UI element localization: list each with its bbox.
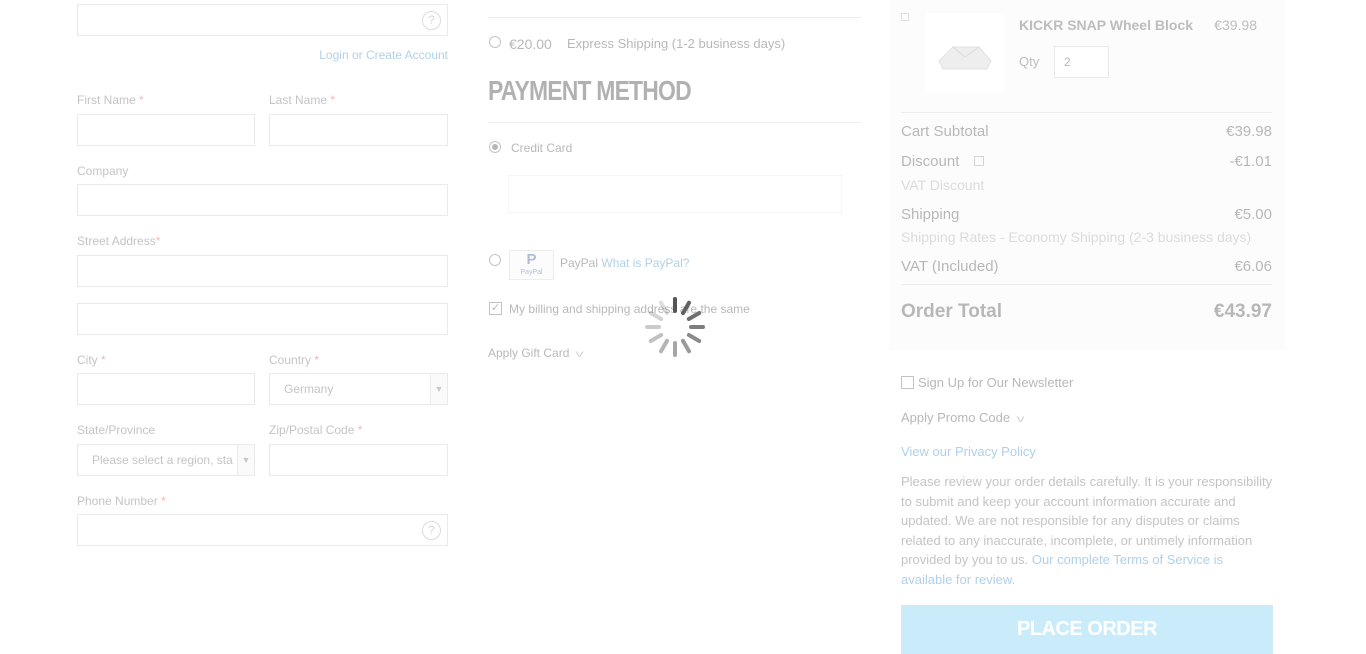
street-address-line2[interactable] — [77, 303, 448, 335]
place-order-button[interactable]: PLACE ORDER — [901, 605, 1273, 654]
apply-promo-code-toggle[interactable]: Apply Promo Code v — [901, 410, 1025, 425]
newsletter-label: Sign Up for Our Newsletter — [918, 375, 1074, 390]
chevron-down-icon: v — [1016, 414, 1025, 425]
order-total-row: Order Total €43.97 — [901, 301, 1272, 322]
help-icon[interactable]: ? — [422, 521, 441, 540]
loading-spinner-icon — [645, 297, 705, 357]
item-checkbox[interactable] — [901, 13, 909, 21]
divider — [901, 284, 1272, 285]
city-label: City * — [77, 353, 106, 367]
company-label: Company — [77, 164, 129, 178]
order-summary: KICKR SNAP Wheel Block €39.98 Qty 2 Cart… — [889, 0, 1285, 350]
country-value: Germany — [284, 382, 334, 396]
country-select[interactable]: Germany ▼ — [269, 373, 448, 405]
shipping-rates: Shipping Rates - Economy Shipping (2-3 b… — [901, 229, 1252, 245]
credit-card-radio[interactable] — [489, 141, 501, 153]
first-name-label: First Name * — [77, 93, 144, 107]
state-placeholder: Please select a region, sta — [92, 453, 233, 467]
chevron-down-icon: v — [575, 349, 584, 360]
product-image — [925, 13, 1004, 92]
product-name[interactable]: KICKR SNAP Wheel Block — [1019, 17, 1193, 33]
phone-field[interactable]: ? — [77, 514, 448, 546]
what-is-paypal-link[interactable]: What is PayPal? — [601, 256, 689, 270]
state-select[interactable]: Please select a region, sta ▼ — [77, 444, 255, 476]
email-field[interactable]: ? — [77, 4, 448, 36]
paypal-label: PayPal What is PayPal? — [560, 256, 690, 270]
discount-row: Discount -€1.01 — [901, 153, 1272, 170]
paypal-logo: P PayPal — [509, 250, 554, 280]
divider — [488, 122, 861, 123]
shipping-express-method: Express Shipping (1-2 business days) — [567, 36, 786, 51]
shipping-express-radio[interactable] — [489, 36, 501, 48]
chevron-down-icon: ▼ — [237, 445, 254, 475]
street-address-label: Street Address* — [77, 234, 161, 248]
phone-label: Phone Number * — [77, 494, 166, 508]
terms-notice: Please review your order details careful… — [901, 474, 1273, 587]
paypal-radio[interactable] — [489, 254, 501, 266]
qty-input[interactable]: 2 — [1054, 46, 1109, 78]
product-price: €39.98 — [1214, 17, 1257, 33]
credit-card-frame[interactable] — [508, 175, 842, 213]
street-address-line1[interactable] — [77, 255, 448, 287]
last-name-field[interactable] — [269, 114, 448, 146]
newsletter-checkbox[interactable] — [901, 376, 914, 389]
vat-discount: VAT Discount — [901, 177, 985, 193]
privacy-policy-link[interactable]: View our Privacy Policy — [901, 444, 1036, 459]
country-label: Country * — [269, 353, 320, 367]
zip-label: Zip/Postal Code * — [269, 423, 363, 437]
first-name-field[interactable] — [77, 114, 255, 146]
company-field[interactable] — [77, 184, 448, 216]
payment-method-title: PAYMENT METHOD — [488, 75, 692, 106]
divider — [901, 112, 1272, 113]
discount-toggle-icon[interactable] — [973, 156, 984, 166]
last-name-label: Last Name * — [269, 93, 336, 107]
cart-subtotal-row: Cart Subtotal €39.98 — [901, 123, 1272, 140]
shipping-express-price: €20.00 — [509, 36, 552, 52]
zip-field[interactable] — [269, 444, 448, 476]
state-label: State/Province — [77, 423, 156, 437]
shipping-row: Shipping €5.00 — [901, 206, 1272, 223]
apply-gift-card-toggle[interactable]: Apply Gift Card v — [488, 346, 584, 360]
login-link[interactable]: Login or Create Account — [319, 48, 448, 62]
chevron-down-icon: ▼ — [430, 374, 447, 404]
billing-same-label: My billing and shipping address are the … — [509, 302, 750, 316]
vat-row: VAT (Included) €6.06 — [901, 258, 1272, 275]
billing-same-checkbox[interactable]: ✓ — [489, 302, 502, 315]
help-icon[interactable]: ? — [422, 11, 441, 30]
qty-label: Qty — [1019, 54, 1040, 69]
city-field[interactable] — [77, 373, 255, 405]
divider — [488, 17, 861, 18]
credit-card-label: Credit Card — [511, 141, 573, 155]
